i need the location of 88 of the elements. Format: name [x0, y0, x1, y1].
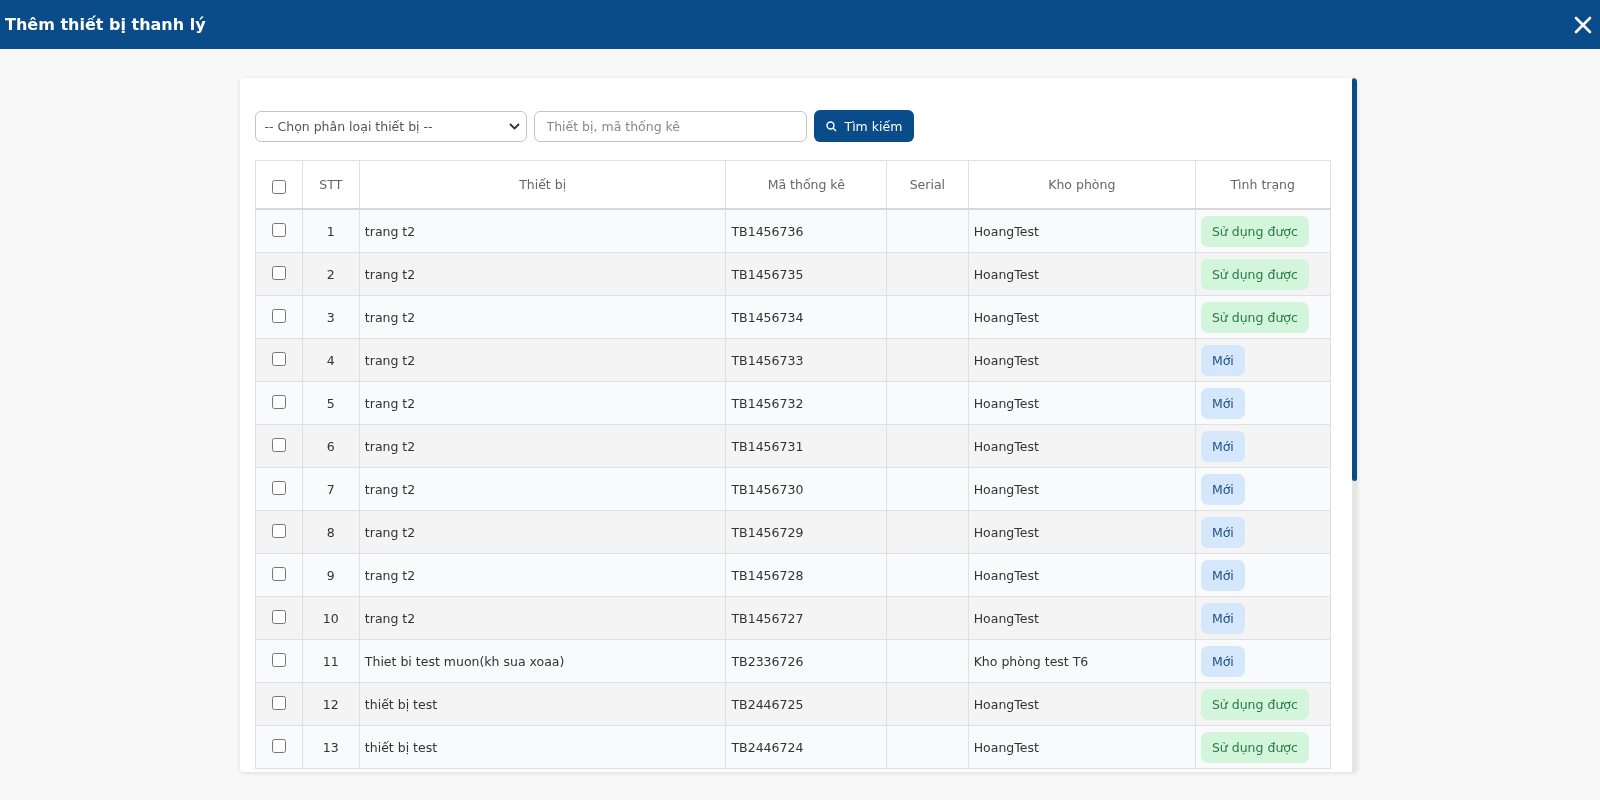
table-cell: TB1456734	[725, 295, 887, 339]
table-cell: 5	[302, 381, 360, 425]
row-checkbox[interactable]	[271, 308, 286, 323]
table-cell: HoangTest	[968, 295, 1196, 339]
search-field[interactable]: Thiết bị, mã thống kê	[533, 110, 807, 142]
table-cell: TB2446725	[725, 682, 887, 726]
table-cell: 3	[302, 295, 360, 339]
category-select[interactable]: -- Chọn phân loại thiết bị --	[254, 110, 527, 142]
table-cell: trang t2	[359, 381, 726, 425]
table-cell: 6	[302, 424, 360, 468]
row-checkbox[interactable]	[271, 652, 286, 667]
row-checkbox[interactable]	[271, 480, 286, 495]
table-cell: TB2336726	[725, 639, 887, 683]
table-cell: 12	[302, 682, 360, 726]
close-icon	[1574, 15, 1592, 34]
table-cell: 13	[302, 725, 360, 769]
table-cell: TB1456729	[725, 510, 887, 554]
table-cell: Kho phòng test T6	[968, 639, 1196, 683]
table-cell: HoangTest	[968, 252, 1196, 296]
table-cell: HoangTest	[968, 553, 1196, 597]
table-cell: TB1456728	[725, 553, 887, 597]
row-checkbox[interactable]	[271, 394, 286, 409]
table-cell: 1	[302, 209, 360, 253]
table-cell: HoangTest	[968, 467, 1196, 511]
scrollbar-thumb[interactable]	[1351, 78, 1357, 481]
status-badge: Mới	[1200, 645, 1245, 677]
row-checkbox[interactable]	[271, 695, 286, 710]
table-cell: TB1456735	[725, 252, 887, 296]
status-badge: Mới	[1200, 516, 1245, 548]
table-cell: HoangTest	[968, 424, 1196, 468]
table-cell: HoangTest	[968, 682, 1196, 726]
status-badge: Sử dụng được	[1200, 731, 1309, 763]
dialog-title: Thêm thiết bị thanh lý	[5, 15, 206, 34]
row-checkbox[interactable]	[271, 222, 286, 237]
table-cell: trang t2	[359, 295, 726, 339]
chevron-down-icon	[508, 122, 520, 130]
status-badge: Mới	[1200, 473, 1245, 505]
status-badge: Mới	[1200, 344, 1245, 376]
row-checkbox[interactable]	[271, 351, 286, 366]
table-cell: trang t2	[359, 252, 726, 296]
table-cell: trang t2	[359, 467, 726, 511]
table-cell: TB1456730	[725, 467, 887, 511]
table-cell: thiết bị test	[359, 682, 726, 726]
table-cell: 4	[302, 338, 360, 382]
table-cell: TB1456731	[725, 424, 887, 468]
table-cell: TB1456727	[725, 596, 887, 640]
status-badge: Mới	[1200, 387, 1245, 419]
status-badge: Mới	[1200, 602, 1245, 634]
table-cell: HoangTest	[968, 381, 1196, 425]
row-checkbox[interactable]	[271, 437, 286, 452]
row-checkbox[interactable]	[271, 566, 286, 581]
search-icon	[825, 120, 837, 132]
category-value: -- Chọn phân loại thiết bị --	[264, 118, 433, 134]
table-cell: HoangTest	[968, 510, 1196, 554]
table-cell: 9	[302, 553, 360, 597]
row-checkbox[interactable]	[271, 265, 286, 280]
table-cell: HoangTest	[968, 209, 1196, 253]
status-badge: Sử dụng được	[1200, 215, 1309, 247]
table-cell: HoangTest	[968, 596, 1196, 640]
status-badge: Sử dụng được	[1200, 258, 1309, 290]
table-cell: 7	[302, 467, 360, 511]
table-cell: thiết bị test	[359, 725, 726, 769]
table-cell: 10	[302, 596, 360, 640]
table-cell: trang t2	[359, 338, 726, 382]
status-badge: Mới	[1200, 559, 1245, 591]
table-cell: HoangTest	[968, 725, 1196, 769]
status-badge: Mới	[1200, 430, 1245, 462]
status-badge: Sử dụng được	[1200, 301, 1309, 333]
table-cell: trang t2	[359, 209, 726, 253]
table-cell: Thiet bi test muon(kh sua xoaa)	[359, 639, 726, 683]
table-cell: 11	[302, 639, 360, 683]
table-cell: TB1456736	[725, 209, 887, 253]
table-cell: trang t2	[359, 596, 726, 640]
table-cell: 8	[302, 510, 360, 554]
table-cell: TB1456732	[725, 381, 887, 425]
search-button[interactable]: Tìm kiếm	[813, 110, 915, 142]
table-cell: TB1456733	[725, 338, 887, 382]
table-cell: trang t2	[359, 510, 726, 554]
table-cell: trang t2	[359, 424, 726, 468]
table-cell: trang t2	[359, 553, 726, 597]
row-checkbox[interactable]	[271, 738, 286, 753]
row-checkbox[interactable]	[271, 609, 286, 624]
table-cell: HoangTest	[968, 338, 1196, 382]
table-cell: TB2446724	[725, 725, 887, 769]
select-all-checkbox[interactable]	[271, 180, 286, 194]
row-checkbox[interactable]	[271, 523, 286, 538]
status-badge: Sử dụng được	[1200, 688, 1309, 720]
table-cell: 2	[302, 252, 360, 296]
